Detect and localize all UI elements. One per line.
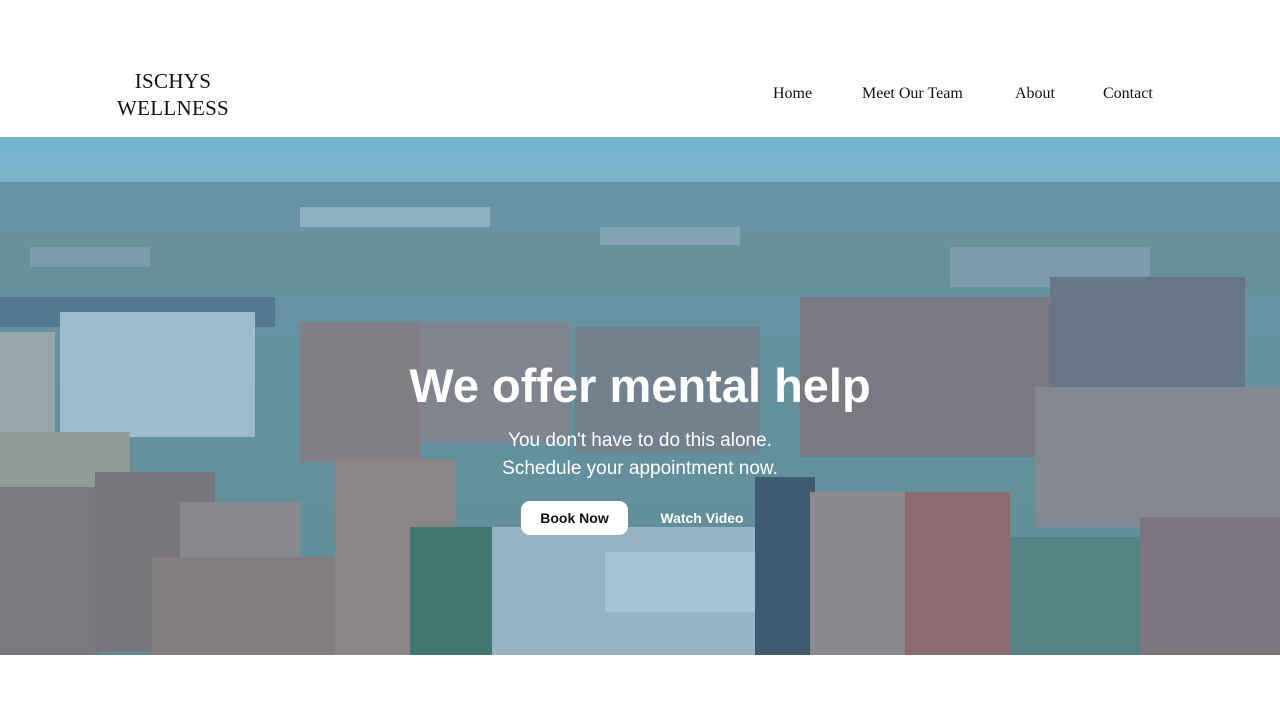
hero-subline-2: Schedule your appointment now. (502, 458, 778, 479)
nav-about[interactable]: About (1015, 85, 1055, 103)
nav-contact[interactable]: Contact (1103, 85, 1153, 103)
hero-headline: We offer mental help (409, 359, 871, 412)
site-header: ISCHYS WELLNESS Home Meet Our Team About… (0, 0, 1280, 137)
main-nav: Home Meet Our Team About Contact (0, 85, 1280, 107)
book-now-button[interactable]: Book Now (521, 501, 628, 535)
nav-meet-our-team[interactable]: Meet Our Team (862, 85, 963, 103)
page-bottom-area (0, 655, 1280, 720)
nav-home[interactable]: Home (773, 85, 812, 103)
hero-section: We offer mental help You don't have to d… (0, 137, 1280, 655)
watch-video-button[interactable]: Watch Video (652, 501, 752, 535)
hero-subline-1: You don't have to do this alone. (508, 430, 772, 451)
hero-subheadline: You don't have to do this alone. Schedul… (0, 427, 1280, 483)
